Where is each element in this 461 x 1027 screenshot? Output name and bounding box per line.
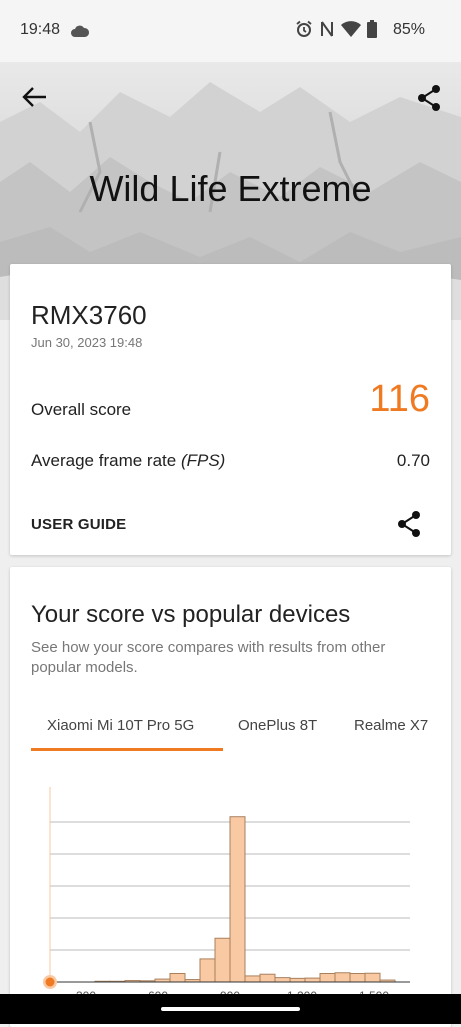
chart-bar <box>199 958 216 983</box>
result-date: Jun 30, 2023 19:48 <box>31 335 143 350</box>
status-time: 19:48 <box>20 21 61 38</box>
fps-label: Average frame rate (FPS) <box>31 451 225 471</box>
chart-bar <box>334 972 351 983</box>
active-tab-indicator <box>31 748 223 751</box>
result-card: RMX3760 Jun 30, 2023 19:48 Overall score… <box>10 264 451 555</box>
comparison-description: See how your score compares with results… <box>31 639 386 676</box>
chart-bar <box>229 816 246 983</box>
comparison-title: Your score vs popular devices <box>31 601 351 628</box>
tab-oneplus-8t[interactable]: OnePlus 8T <box>238 717 317 734</box>
battery-icon <box>367 20 377 38</box>
chart-bar <box>304 977 321 983</box>
navigation-bar <box>0 994 461 1024</box>
chart-bar <box>244 975 261 983</box>
chart-bar <box>349 972 366 983</box>
chart-bar <box>169 972 186 983</box>
page-title: Wild Life Extreme <box>89 168 372 209</box>
chart-bar <box>319 972 336 983</box>
fps-label-text: Average frame rate <box>31 451 181 470</box>
chart-bar <box>214 937 231 983</box>
overall-score-label: Overall score <box>31 400 132 419</box>
nfc-icon <box>321 21 333 37</box>
user-guide-link[interactable]: USER GUIDE <box>31 516 126 533</box>
wifi-icon <box>341 21 361 37</box>
score-distribution-chart: 3006009001,2001,500 <box>43 787 410 1003</box>
battery-percentage: 85% <box>392 21 425 38</box>
share-icon[interactable] <box>416 84 442 112</box>
share-icon[interactable] <box>396 510 422 538</box>
fps-label-unit: (FPS) <box>180 451 226 470</box>
chart-bar <box>274 977 291 983</box>
chart-bar <box>259 973 276 983</box>
device-name: RMX3760 <box>31 300 147 330</box>
overall-score-value: 116 <box>369 378 430 420</box>
comparison-card: Your score vs popular devices See how yo… <box>10 567 451 1027</box>
chart-bar <box>364 972 381 983</box>
your-score-marker <box>45 977 55 987</box>
back-arrow-icon[interactable] <box>22 86 48 108</box>
tab-realme-x7[interactable]: Realme X7 <box>354 717 428 734</box>
device-tabs: Xiaomi Mi 10T Pro 5G OnePlus 8T Realme X… <box>10 707 451 751</box>
status-bar: 19:48 85% <box>0 0 461 62</box>
status-icons <box>295 20 377 38</box>
tab-xiaomi-mi-10t-pro[interactable]: Xiaomi Mi 10T Pro 5G <box>47 717 194 734</box>
home-gesture-pill[interactable] <box>161 1007 300 1011</box>
cloud-icon <box>71 25 90 37</box>
chart-bar <box>289 977 306 983</box>
alarm-icon <box>296 20 312 37</box>
fps-value: 0.70 <box>396 451 430 470</box>
